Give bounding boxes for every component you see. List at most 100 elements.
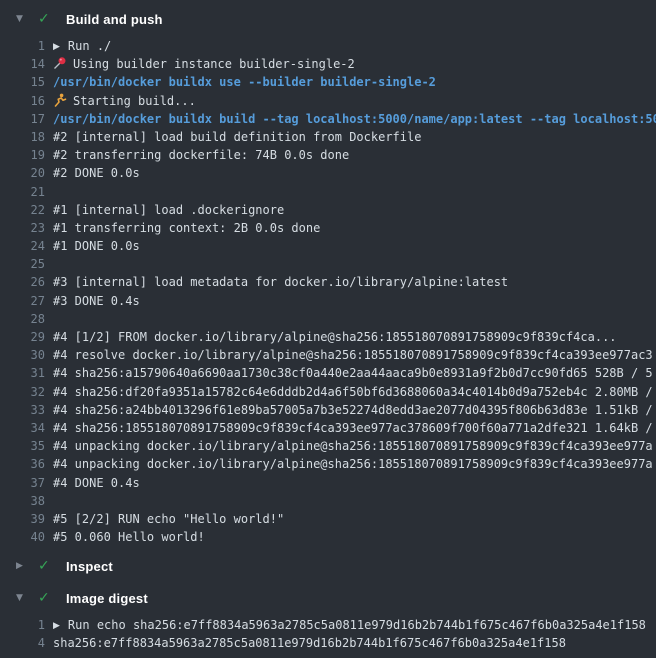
section-log-lines: 1 ▶Run ./ 14 Using builder instance buil… bbox=[0, 34, 656, 549]
log-line-number[interactable]: 31 bbox=[0, 364, 45, 382]
success-check-icon: ✓ bbox=[38, 11, 54, 27]
log-line: 19 #2 transferring dockerfile: 74B 0.0s … bbox=[0, 146, 656, 164]
log-sections: ▼ ✓ Build and push 1 ▶Run ./ 14 Using bu… bbox=[0, 4, 656, 656]
log-line: 40 #5 0.060 Hello world! bbox=[0, 528, 656, 546]
log-line: 32 #4 sha256:df20fa9351a15782c64e6dddb2d… bbox=[0, 383, 656, 401]
log-line-text: /usr/bin/docker buildx use --builder bui… bbox=[53, 73, 436, 91]
log-line: 33 #4 sha256:a24bb4013296f61e89ba57005a7… bbox=[0, 401, 656, 419]
log-line: 1 ▶Run ./ bbox=[0, 37, 656, 55]
log-line-text: #2 DONE 0.0s bbox=[53, 164, 140, 182]
log-line-text: #4 unpacking docker.io/library/alpine@sh… bbox=[53, 437, 653, 455]
success-check-icon: ✓ bbox=[38, 590, 54, 606]
log-line: 37 #4 DONE 0.4s bbox=[0, 474, 656, 492]
success-check-icon: ✓ bbox=[38, 558, 54, 574]
log-line-text: #4 resolve docker.io/library/alpine@sha2… bbox=[53, 346, 653, 364]
log-line: 24 #1 DONE 0.0s bbox=[0, 237, 656, 255]
log-line: 4 sha256:e7ff8834a5963a2785c5a0811e979d1… bbox=[0, 634, 656, 652]
log-line-number[interactable]: 21 bbox=[0, 183, 45, 201]
log-section: ▶ ✓ Inspect bbox=[0, 551, 656, 581]
chevron-right-icon[interactable]: ▶ bbox=[16, 561, 28, 571]
chevron-down-icon[interactable]: ▼ bbox=[16, 593, 28, 603]
log-line: 31 #4 sha256:a15790640a6690aa1730c38cf0a… bbox=[0, 364, 656, 382]
log-section: ▼ ✓ Build and push 1 ▶Run ./ 14 Using bu… bbox=[0, 4, 656, 549]
log-line-text: #4 sha256:185518070891758909c9f839cf4ca3… bbox=[53, 419, 653, 437]
log-line-text: #4 DONE 0.4s bbox=[53, 474, 140, 492]
run-expand-icon[interactable]: ▶ bbox=[53, 38, 60, 55]
log-line-number[interactable]: 30 bbox=[0, 346, 45, 364]
log-line: 20 #2 DONE 0.0s bbox=[0, 164, 656, 182]
section-header[interactable]: ▼ ✓ Image digest bbox=[0, 583, 656, 613]
log-line-number[interactable]: 22 bbox=[0, 201, 45, 219]
log-line-number[interactable]: 27 bbox=[0, 292, 45, 310]
log-line: 34 #4 sha256:185518070891758909c9f839cf4… bbox=[0, 419, 656, 437]
log-line-number[interactable]: 29 bbox=[0, 328, 45, 346]
log-line-number[interactable]: 40 bbox=[0, 528, 45, 546]
log-line-number[interactable]: 14 bbox=[0, 55, 45, 73]
log-line: 22 #1 [internal] load .dockerignore bbox=[0, 201, 656, 219]
log-line-number[interactable]: 17 bbox=[0, 110, 45, 128]
section-header[interactable]: ▶ ✓ Inspect bbox=[0, 551, 656, 581]
log-line-number[interactable]: 15 bbox=[0, 73, 45, 91]
chevron-down-icon[interactable]: ▼ bbox=[16, 14, 28, 24]
log-line-number[interactable]: 24 bbox=[0, 237, 45, 255]
log-line-number[interactable]: 32 bbox=[0, 383, 45, 401]
log-line: 27 #3 DONE 0.4s bbox=[0, 292, 656, 310]
log-line-number[interactable]: 26 bbox=[0, 273, 45, 291]
log-line-number[interactable]: 4 bbox=[0, 634, 45, 652]
log-line-number[interactable]: 35 bbox=[0, 437, 45, 455]
section-header[interactable]: ▼ ✓ Build and push bbox=[0, 4, 656, 34]
log-line-number[interactable]: 20 bbox=[0, 164, 45, 182]
log-line: 28 bbox=[0, 310, 656, 328]
log-line-text: #4 sha256:a15790640a6690aa1730c38cf0a440… bbox=[53, 364, 653, 382]
log-line-text: #1 DONE 0.0s bbox=[53, 237, 140, 255]
log-line-number[interactable]: 23 bbox=[0, 219, 45, 237]
runner-icon bbox=[53, 93, 67, 107]
log-line-text: #1 transferring context: 2B 0.0s done bbox=[53, 219, 320, 237]
log-line-text: #5 0.060 Hello world! bbox=[53, 528, 205, 546]
log-line: 21 bbox=[0, 183, 656, 201]
log-line: 15 /usr/bin/docker buildx use --builder … bbox=[0, 73, 656, 91]
log-line-text: ▶Run ./ bbox=[53, 37, 111, 55]
log-line: 23 #1 transferring context: 2B 0.0s done bbox=[0, 219, 656, 237]
log-line-text: #4 [1/2] FROM docker.io/library/alpine@s… bbox=[53, 328, 617, 346]
log-line-number[interactable]: 16 bbox=[0, 92, 45, 110]
log-line: 14 Using builder instance builder-single… bbox=[0, 55, 656, 73]
log-line-text: /usr/bin/docker buildx build --tag local… bbox=[53, 110, 656, 128]
log-line: 26 #3 [internal] load metadata for docke… bbox=[0, 273, 656, 291]
log-line: 38 bbox=[0, 492, 656, 510]
log-line-number[interactable]: 34 bbox=[0, 419, 45, 437]
section-title: Image digest bbox=[66, 591, 148, 606]
log-line-text: #3 DONE 0.4s bbox=[53, 292, 140, 310]
run-expand-icon[interactable]: ▶ bbox=[53, 617, 60, 634]
section-log-lines: 1 ▶Run echo sha256:e7ff8834a5963a2785c5a… bbox=[0, 613, 656, 655]
log-line-text: #4 unpacking docker.io/library/alpine@sh… bbox=[53, 455, 653, 473]
log-line-text: #4 sha256:df20fa9351a15782c64e6dddb2d4a6… bbox=[53, 383, 653, 401]
log-section: ▼ ✓ Image digest 1 ▶Run echo sha256:e7ff… bbox=[0, 583, 656, 655]
log-line: 30 #4 resolve docker.io/library/alpine@s… bbox=[0, 346, 656, 364]
log-line-text: #2 [internal] load build definition from… bbox=[53, 128, 421, 146]
log-line-text: #3 [internal] load metadata for docker.i… bbox=[53, 273, 508, 291]
log-line-text: #2 transferring dockerfile: 74B 0.0s don… bbox=[53, 146, 349, 164]
log-line-text: Starting build... bbox=[53, 92, 196, 110]
log-line-number[interactable]: 25 bbox=[0, 255, 45, 273]
log-line-number[interactable]: 28 bbox=[0, 310, 45, 328]
log-line-number[interactable]: 1 bbox=[0, 37, 45, 55]
log-line-text: #4 sha256:a24bb4013296f61e89ba57005a7b3e… bbox=[53, 401, 653, 419]
log-line: 29 #4 [1/2] FROM docker.io/library/alpin… bbox=[0, 328, 656, 346]
section-title: Build and push bbox=[66, 12, 163, 27]
log-line: 39 #5 [2/2] RUN echo "Hello world!" bbox=[0, 510, 656, 528]
log-line: 36 #4 unpacking docker.io/library/alpine… bbox=[0, 455, 656, 473]
log-line-number[interactable]: 1 bbox=[0, 616, 45, 634]
log-line: 1 ▶Run echo sha256:e7ff8834a5963a2785c5a… bbox=[0, 616, 656, 634]
log-line-number[interactable]: 39 bbox=[0, 510, 45, 528]
log-line-number[interactable]: 19 bbox=[0, 146, 45, 164]
log-line-number[interactable]: 18 bbox=[0, 128, 45, 146]
log-line-number[interactable]: 38 bbox=[0, 492, 45, 510]
log-line-text: #1 [internal] load .dockerignore bbox=[53, 201, 284, 219]
log-line-number[interactable]: 33 bbox=[0, 401, 45, 419]
log-line: 35 #4 unpacking docker.io/library/alpine… bbox=[0, 437, 656, 455]
log-line-number[interactable]: 37 bbox=[0, 474, 45, 492]
log-line-number[interactable]: 36 bbox=[0, 455, 45, 473]
log-line: 17 /usr/bin/docker buildx build --tag lo… bbox=[0, 110, 656, 128]
log-line-text: ▶Run echo sha256:e7ff8834a5963a2785c5a08… bbox=[53, 616, 646, 634]
